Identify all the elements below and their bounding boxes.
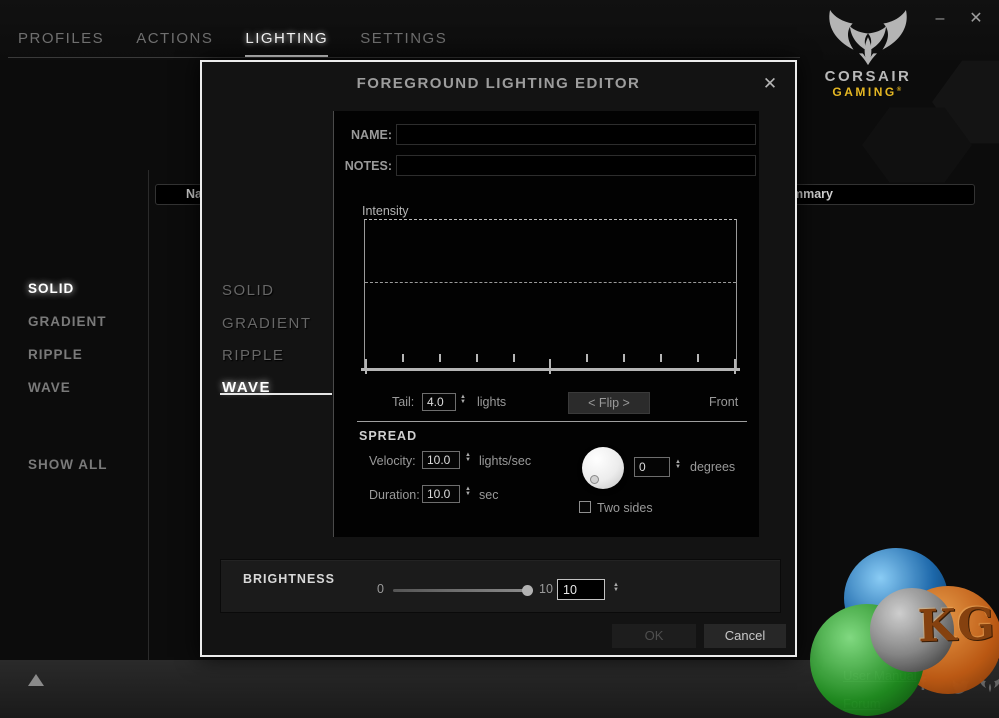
dialog-tab-gradient[interactable]: GRADIENT	[222, 315, 312, 332]
user-manual-link[interactable]: User Manual	[843, 668, 917, 683]
nav-tab-lighting[interactable]: LIGHTING	[245, 30, 328, 57]
degrees-unit-label: degrees	[690, 460, 735, 474]
nav-tab-profiles[interactable]: PROFILES	[18, 30, 104, 57]
name-input[interactable]	[396, 124, 756, 145]
foreground-lighting-editor-dialog: FOREGROUND LIGHTING EDITOR ✕ SOLID GRADI…	[200, 60, 797, 657]
notes-label: NOTES:	[340, 159, 392, 173]
velocity-stepper[interactable]: ▲▼	[465, 453, 471, 463]
sidebar-item-gradient[interactable]: GRADIENT	[28, 314, 107, 329]
notes-input[interactable]	[396, 155, 756, 176]
brightness-min-label: 0	[377, 582, 384, 596]
nav-divider	[8, 57, 800, 58]
main-nav: PROFILES ACTIONS LIGHTING SETTINGS	[18, 30, 447, 57]
two-sides-checkbox[interactable]	[579, 501, 591, 513]
tail-unit-label: lights	[477, 395, 506, 409]
spread-divider	[357, 421, 747, 422]
logo-gaming-text: GAMING®	[818, 85, 918, 99]
close-button[interactable]: ✕	[965, 8, 987, 30]
duration-unit-label: sec	[479, 488, 498, 502]
flip-button[interactable]: < Flip >	[568, 392, 650, 414]
tail-label: Tail:	[392, 395, 414, 409]
minimize-button[interactable]: –	[929, 8, 951, 30]
graph-midline	[365, 282, 736, 283]
front-label: Front	[709, 395, 738, 409]
knob-indicator	[590, 475, 599, 484]
tail-stepper[interactable]: ▲▼	[460, 395, 466, 405]
brightness-slider[interactable]	[393, 589, 529, 592]
brightness-slider-handle[interactable]	[522, 585, 533, 596]
intensity-axis-label: Intensity	[362, 204, 409, 218]
duration-input[interactable]	[422, 485, 460, 503]
sidebar-divider	[148, 170, 149, 660]
duration-label: Duration:	[369, 488, 420, 502]
direction-knob[interactable]	[582, 447, 624, 489]
two-sides-label: Two sides	[597, 501, 653, 515]
logo-corsair-text: CORSAIR	[818, 68, 918, 85]
dialog-tab-solid[interactable]: SOLID	[222, 282, 275, 299]
ok-button[interactable]: OK	[612, 624, 696, 648]
intensity-graph[interactable]	[364, 219, 737, 371]
duration-stepper[interactable]: ▲▼	[465, 487, 471, 497]
brightness-title: BRIGHTNESS	[243, 572, 335, 586]
sidebar-item-show-all[interactable]: SHOW ALL	[28, 457, 108, 472]
corsair-sails-icon	[818, 10, 918, 66]
scroll-up-icon[interactable]	[28, 674, 44, 686]
sidebar-item-wave[interactable]: WAVE	[28, 380, 71, 395]
brightness-panel: BRIGHTNESS 0 10 ▲▼	[220, 559, 781, 613]
sidebar-item-ripple[interactable]: RIPPLE	[28, 347, 83, 362]
nav-tab-actions[interactable]: ACTIONS	[136, 30, 213, 57]
dialog-tab-ripple[interactable]: RIPPLE	[222, 347, 284, 364]
brightness-max-label: 10	[539, 582, 553, 596]
spread-title: SPREAD	[359, 429, 417, 443]
cancel-button[interactable]: Cancel	[704, 624, 786, 648]
velocity-unit-label: lights/sec	[479, 454, 531, 468]
dialog-close-icon[interactable]: ✕	[759, 73, 781, 95]
dialog-title: FOREGROUND LIGHTING EDITOR	[202, 75, 795, 92]
corsair-logo: CORSAIR GAMING®	[818, 10, 918, 99]
velocity-label: Velocity:	[369, 454, 416, 468]
forum-link[interactable]: Forum	[843, 696, 881, 711]
tail-input[interactable]	[422, 393, 456, 411]
app-window: PROFILES ACTIONS LIGHTING SETTINGS – ✕	[0, 0, 999, 718]
velocity-input[interactable]	[422, 451, 460, 469]
name-label: NAME:	[340, 128, 392, 142]
brightness-stepper[interactable]: ▲▼	[613, 583, 619, 593]
window-controls: – ✕	[929, 8, 987, 30]
wave-settings-panel: NAME: NOTES: Intensity Tail: ▲▼ lights <…	[333, 111, 759, 537]
active-tab-underline	[220, 393, 332, 395]
corsair-mini-icon[interactable]	[978, 676, 999, 699]
degrees-input[interactable]	[634, 457, 670, 477]
degrees-stepper[interactable]: ▲▼	[675, 460, 681, 470]
twitter-icon[interactable]	[948, 678, 970, 701]
graph-x-axis	[361, 368, 740, 371]
sidebar-item-solid[interactable]: SOLID	[28, 281, 74, 296]
nav-tab-settings[interactable]: SETTINGS	[360, 30, 447, 57]
facebook-icon[interactable]: f	[920, 674, 926, 695]
footer-bar: User Manual Forum f	[0, 660, 999, 718]
brightness-input[interactable]	[557, 579, 605, 600]
graph-ticks	[365, 354, 736, 369]
